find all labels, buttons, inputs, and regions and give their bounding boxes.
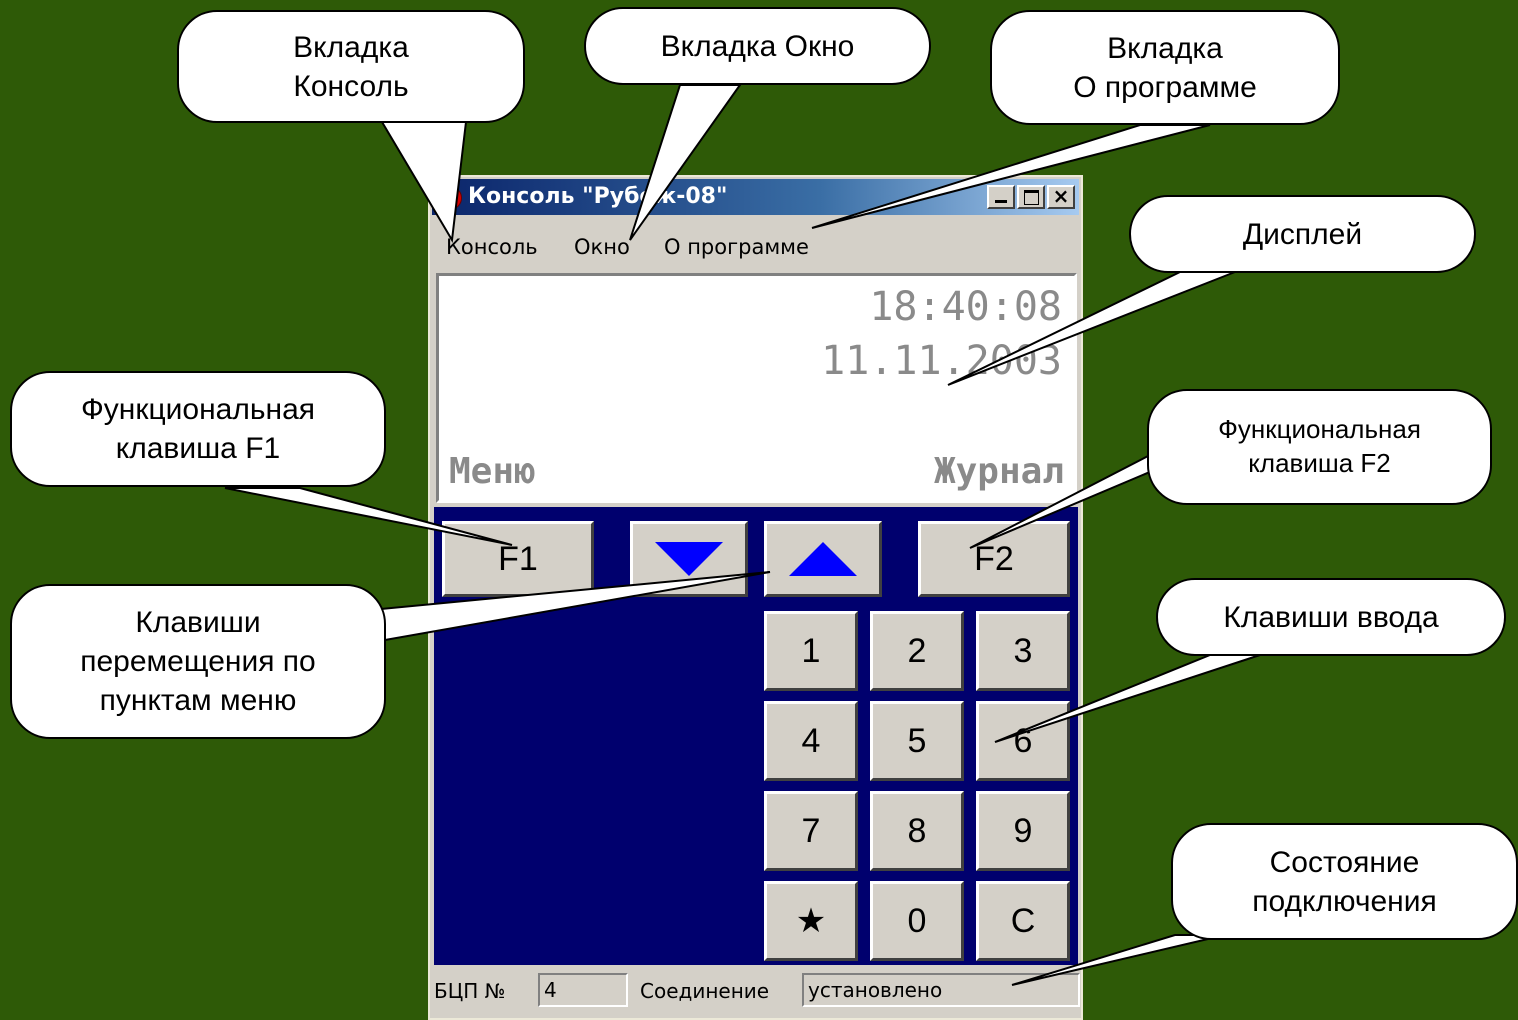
f1-button[interactable]: F1: [442, 521, 594, 597]
window-title: Консоль "Рубеж-08": [468, 184, 728, 209]
key-9[interactable]: 9: [976, 791, 1070, 871]
key-star[interactable]: ★: [764, 881, 858, 961]
callout-f1: Функциональная клавиша F1: [10, 371, 386, 487]
callout-tab-window: Вкладка Окно: [584, 7, 931, 85]
key-5[interactable]: 5: [870, 701, 964, 781]
callout-f2: Функциональная клавиша F2: [1147, 389, 1492, 505]
key-2[interactable]: 2: [870, 611, 964, 691]
keypad-panel: F1 F2 1 2 3 4 5 6 7 8 9 ★ 0 С: [434, 507, 1078, 965]
app-icon: [438, 186, 462, 210]
key-clear[interactable]: С: [976, 881, 1070, 961]
bcp-number-field: 4: [538, 973, 628, 1007]
display-time: 18:40:08: [869, 284, 1062, 330]
key-6[interactable]: 6: [976, 701, 1070, 781]
up-button[interactable]: [764, 521, 882, 597]
key-0[interactable]: 0: [870, 881, 964, 961]
key-3[interactable]: 3: [976, 611, 1070, 691]
f2-button[interactable]: F2: [918, 521, 1070, 597]
menu-bar: Консоль Окно О программе: [432, 227, 1079, 267]
title-bar[interactable]: Консоль "Рубеж-08" ×: [432, 179, 1079, 215]
key-1[interactable]: 1: [764, 611, 858, 691]
connection-status-field: установлено: [802, 973, 1080, 1007]
callout-nav-keys: Клавиши перемещения по пунктам меню: [10, 584, 386, 739]
callout-display: Дисплей: [1129, 195, 1476, 273]
callout-input-keys: Клавиши ввода: [1156, 578, 1506, 656]
down-button[interactable]: [630, 521, 748, 597]
close-button[interactable]: ×: [1047, 185, 1075, 209]
menu-console[interactable]: Консоль: [446, 227, 538, 267]
minimize-button[interactable]: [987, 185, 1015, 209]
status-bar: БЦП № 4 Соединение установлено: [432, 967, 1080, 1017]
display-softkey-right: Журнал: [933, 451, 1064, 492]
display-screen: 18:40:08 11.11.2003 Меню Журнал: [436, 273, 1077, 503]
display-date: 11.11.2003: [821, 338, 1062, 384]
callout-connection: Состояние подключения: [1171, 823, 1518, 940]
key-7[interactable]: 7: [764, 791, 858, 871]
maximize-button[interactable]: [1017, 185, 1045, 209]
menu-window[interactable]: Окно: [574, 227, 630, 267]
key-4[interactable]: 4: [764, 701, 858, 781]
bcp-label: БЦП №: [434, 979, 506, 1003]
display-softkey-left: Меню: [449, 451, 536, 492]
arrow-up-icon: [789, 542, 857, 576]
menu-about[interactable]: О программе: [664, 227, 809, 267]
connection-label: Соединение: [640, 979, 770, 1003]
key-8[interactable]: 8: [870, 791, 964, 871]
console-window: Консоль "Рубеж-08" × Консоль Окно О прог…: [428, 175, 1083, 1020]
callout-tab-console: Вкладка Консоль: [177, 10, 525, 123]
arrow-down-icon: [655, 542, 723, 576]
callout-tab-about: Вкладка О программе: [990, 10, 1340, 125]
